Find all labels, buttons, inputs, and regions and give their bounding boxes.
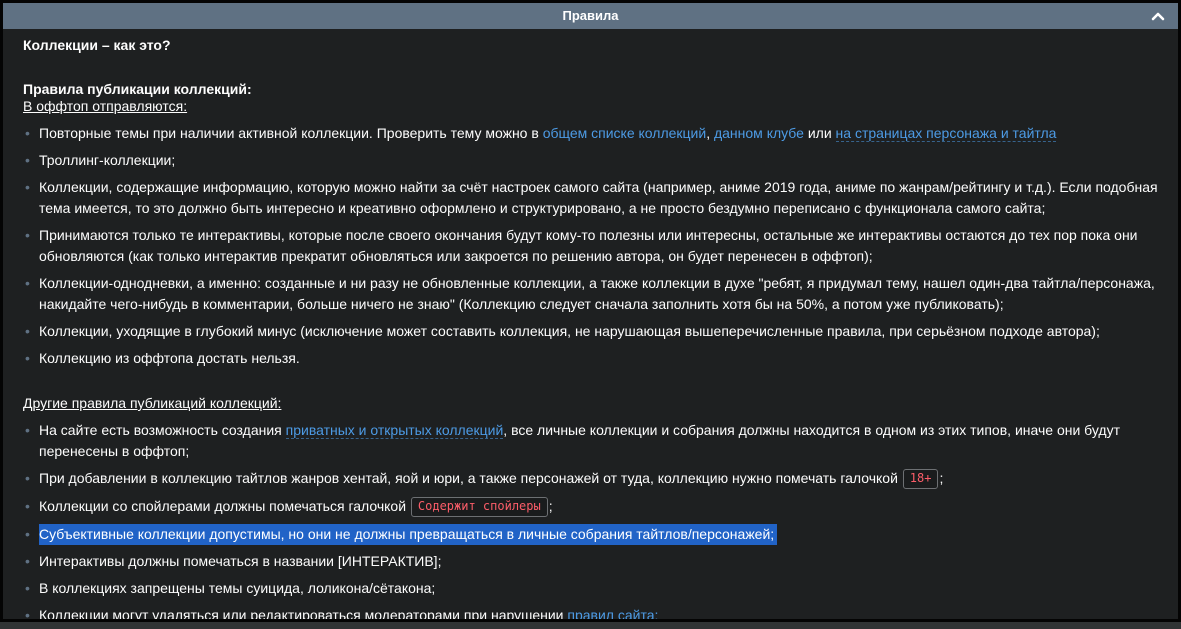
inline-link[interactable]: правил сайта; bbox=[567, 607, 658, 619]
selected-text: Субъективные коллекции допустимы, но они… bbox=[39, 524, 777, 545]
rule-text: На сайте есть возможность создания bbox=[39, 422, 286, 438]
rule-item: Повторные темы при наличии активной колл… bbox=[23, 123, 1158, 144]
rule-text: Коллекции могут удаляться или редактиров… bbox=[39, 607, 567, 619]
rule-item: Троллинг-коллекции; bbox=[23, 150, 1158, 171]
section-subtitle: В оффтоп отправляются: bbox=[23, 98, 1158, 115]
rule-text: Коллекции со спойлерами должны помечатьс… bbox=[39, 498, 410, 514]
inline-link[interactable]: данном клубе bbox=[714, 125, 804, 141]
rule-item: Коллекции, содержащие информацию, котору… bbox=[23, 177, 1158, 219]
inline-link-dashed[interactable]: на страницах персонажа и тайтла bbox=[836, 125, 1057, 142]
rule-text: В коллекциях запрещены темы суицида, лол… bbox=[39, 580, 435, 596]
rule-text: , bbox=[706, 125, 714, 141]
inline-link-dashed[interactable]: приватных и открытых коллекций bbox=[286, 422, 504, 439]
tag-badge: Содержит спойлеры bbox=[411, 497, 548, 517]
rule-item: Коллекцию из оффтопа достать нельзя. bbox=[23, 348, 1158, 369]
rule-item: Коллекции, уходящие в глубокий минус (ис… bbox=[23, 321, 1158, 342]
rule-text: или bbox=[804, 125, 836, 141]
rule-text: Троллинг-коллекции; bbox=[39, 152, 175, 168]
rule-text: Коллекции, уходящие в глубокий минус (ис… bbox=[39, 323, 1100, 339]
rules-section-1: Правила публикации коллекций:В оффтоп от… bbox=[23, 81, 1158, 369]
rule-item: Коллекции-однодневки, а именно: созданны… bbox=[23, 273, 1158, 315]
rules-panel: Правила Коллекции – как это? Правила пуб… bbox=[0, 0, 1181, 622]
rule-text: Интерактивы должны помечаться в названии… bbox=[39, 553, 441, 569]
rule-list: На сайте есть возможность создания прива… bbox=[23, 420, 1158, 619]
rule-item: Коллекции со спойлерами должны помечатьс… bbox=[23, 496, 1158, 518]
rule-text: Коллекции-однодневки, а именно: созданны… bbox=[39, 275, 1155, 312]
rule-item: На сайте есть возможность создания прива… bbox=[23, 420, 1158, 462]
rule-sections: Правила публикации коллекций:В оффтоп от… bbox=[23, 81, 1158, 619]
rule-text: Принимаются только те интерактивы, котор… bbox=[39, 227, 1138, 264]
rule-text: При добавлении в коллекцию тайтлов жанро… bbox=[39, 470, 902, 486]
rule-text: ; bbox=[939, 470, 943, 486]
rule-text: ; bbox=[549, 498, 553, 514]
rules-content: Коллекции – как это? Правила публикации … bbox=[3, 29, 1178, 619]
section-title: Правила публикации коллекций: bbox=[23, 81, 1158, 98]
rule-item: Принимаются только те интерактивы, котор… bbox=[23, 225, 1158, 267]
rule-text: Повторные темы при наличии активной колл… bbox=[39, 125, 543, 141]
rule-list: Повторные темы при наличии активной колл… bbox=[23, 123, 1158, 369]
rules-section-2: Другие правила публикаций коллекций: На с… bbox=[23, 395, 1158, 619]
page-title: Коллекции – как это? bbox=[23, 36, 1158, 54]
chevron-up-icon[interactable] bbox=[1151, 11, 1165, 21]
rule-item: В коллекциях запрещены темы суицида, лол… bbox=[23, 578, 1158, 599]
rule-text: Коллекции, содержащие информацию, котору… bbox=[39, 179, 1158, 216]
rule-text: Коллекцию из оффтопа достать нельзя. bbox=[39, 350, 300, 366]
rule-item: При добавлении в коллекцию тайтлов жанро… bbox=[23, 468, 1158, 490]
section-subtitle: Другие правила публикаций коллекций: bbox=[23, 395, 1158, 412]
rules-panel-header[interactable]: Правила bbox=[3, 3, 1178, 29]
tag-badge: 18+ bbox=[903, 469, 939, 489]
rule-item: Субъективные коллекции допустимы, но они… bbox=[23, 524, 1158, 545]
rules-panel-title: Правила bbox=[563, 8, 619, 23]
rule-item: Коллекции могут удаляться или редактиров… bbox=[23, 605, 1158, 619]
rule-item: Интерактивы должны помечаться в названии… bbox=[23, 551, 1158, 572]
inline-link[interactable]: общем списке коллекций bbox=[543, 125, 707, 141]
